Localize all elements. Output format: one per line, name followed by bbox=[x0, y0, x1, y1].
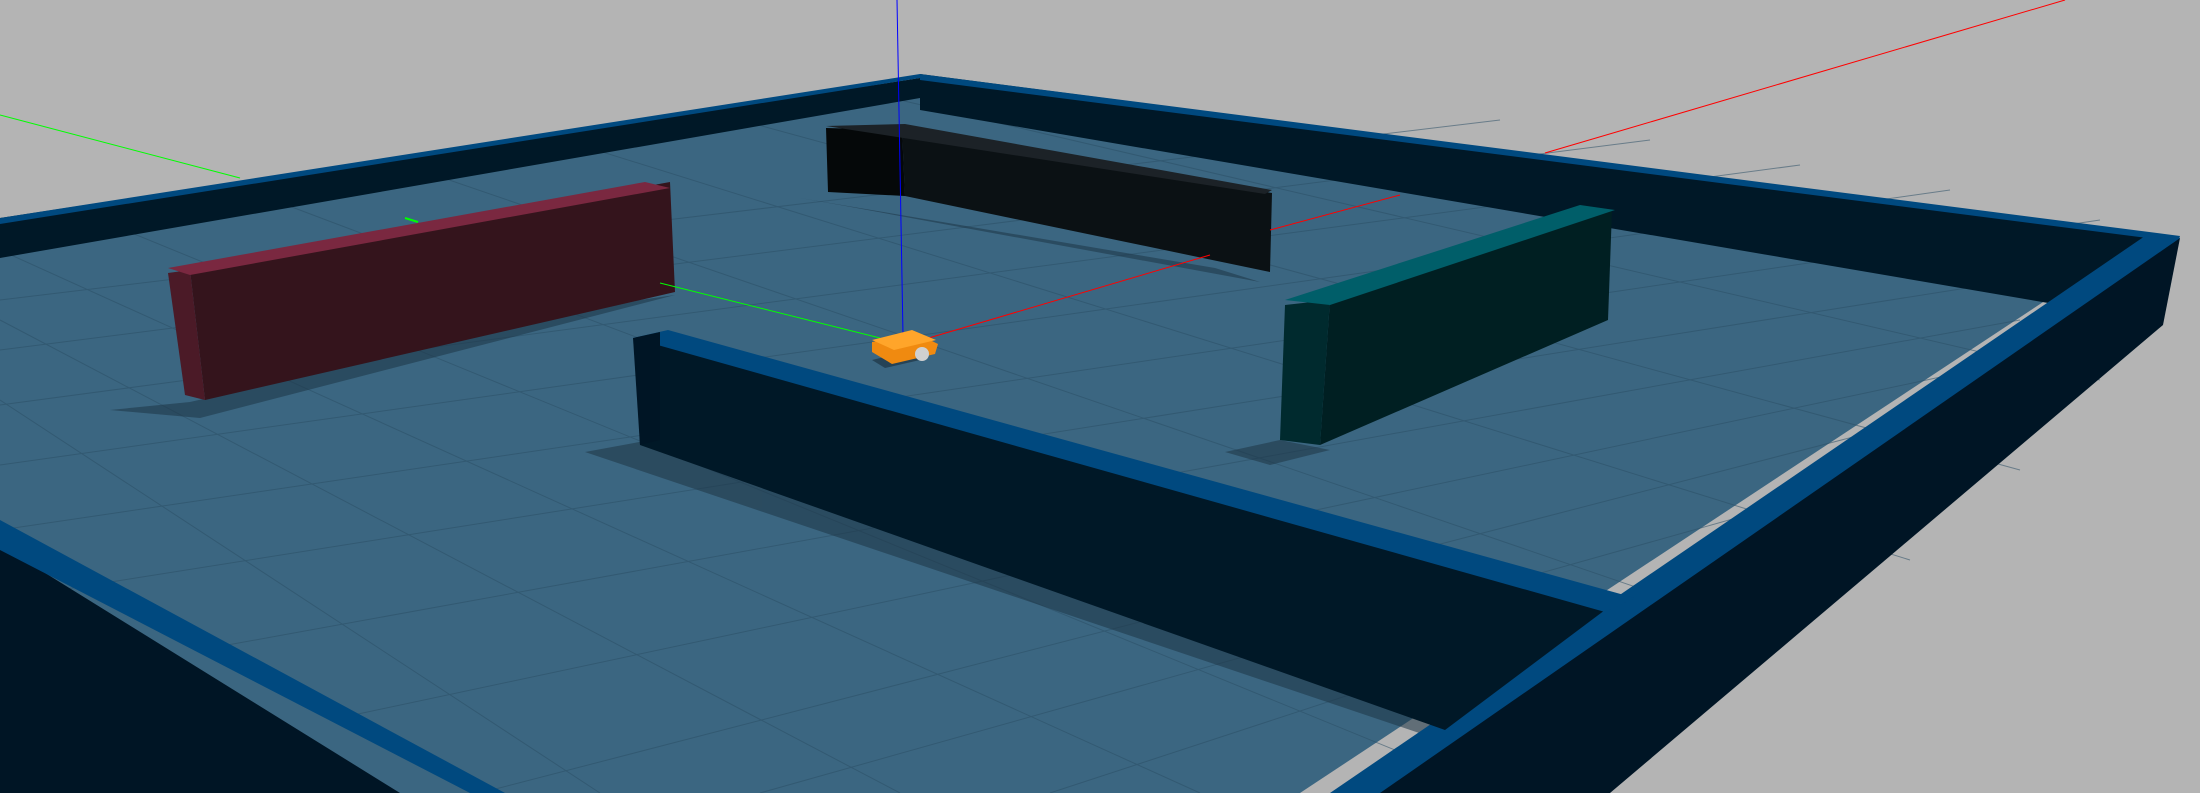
3d-viewport[interactable] bbox=[0, 0, 2200, 793]
scene-canvas[interactable] bbox=[0, 0, 2200, 793]
robot-wheel bbox=[915, 347, 929, 361]
